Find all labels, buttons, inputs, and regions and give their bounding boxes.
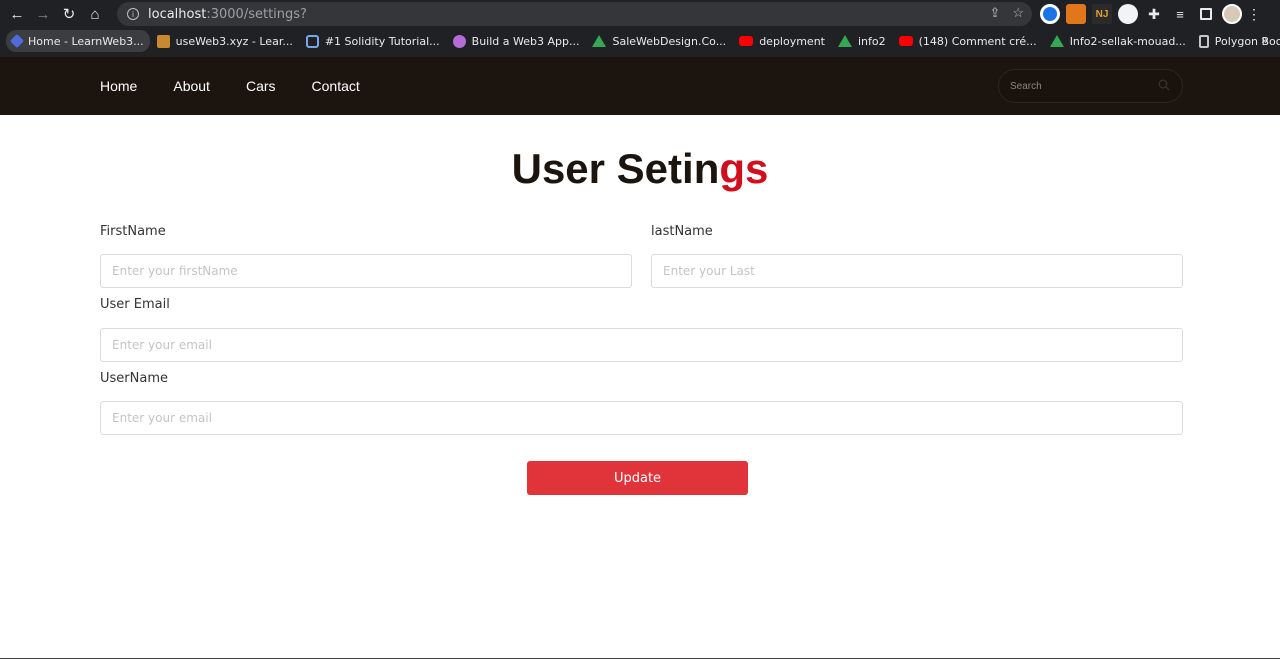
side-panel-icon[interactable]	[1200, 8, 1212, 20]
browser-toolbar: ← → ↻ ⌂ i localhost:3000/settings? ⇪ ☆ N…	[0, 0, 1280, 28]
nav-link-contact[interactable]: Contact	[312, 78, 360, 94]
reading-list-icon[interactable]: ≡	[1170, 4, 1190, 24]
youtube-icon	[898, 36, 913, 46]
drive-icon	[1049, 35, 1064, 47]
profile-avatar-icon[interactable]	[1222, 4, 1242, 24]
forward-arrow-icon[interactable]: →	[30, 0, 56, 28]
bookmark-label: info2	[857, 34, 886, 48]
diamond-icon	[9, 33, 25, 49]
bookmark-label: Polygon Bootcamp...	[1214, 34, 1280, 48]
bookmark-item[interactable]: deployment	[733, 30, 831, 52]
url-text: localhost:3000/settings?	[148, 7, 307, 22]
nav-links: Home About Cars Contact	[100, 57, 396, 115]
page-title: User Setings	[0, 145, 1280, 193]
extension-blue-icon[interactable]	[1040, 4, 1060, 24]
share-icon[interactable]: ⇪	[989, 5, 1000, 21]
username-field[interactable]	[100, 401, 1183, 435]
polygon-icon	[1198, 34, 1209, 48]
reload-icon[interactable]: ↻	[56, 0, 82, 28]
nav-link-cars[interactable]: Cars	[246, 78, 276, 94]
bookmark-item[interactable]: #1 Solidity Tutorial...	[300, 30, 446, 52]
drive-icon	[837, 35, 852, 47]
search-box	[998, 69, 1183, 103]
bookmark-item[interactable]: info2	[832, 30, 892, 52]
last-name-field[interactable]	[651, 254, 1183, 288]
bookmark-label: SaleWebDesign.Co...	[612, 34, 727, 48]
bookmark-item[interactable]: Home - LearnWeb3...	[6, 30, 150, 52]
username-label: UserName	[100, 371, 168, 386]
home-icon[interactable]: ⌂	[82, 0, 108, 28]
drive-icon	[592, 35, 607, 47]
nav-link-about[interactable]: About	[173, 78, 210, 94]
bookmark-item[interactable]: (148) Comment cré...	[893, 30, 1043, 52]
star-icon[interactable]: ☆	[1012, 5, 1024, 21]
site-navbar: Home About Cars Contact	[0, 57, 1280, 115]
browser-chrome: ← → ↻ ⌂ i localhost:3000/settings? ⇪ ☆ N…	[0, 0, 1280, 57]
bookmark-label: (148) Comment cré...	[918, 34, 1037, 48]
unicorn-icon	[452, 34, 466, 48]
extensions-bar: NJ ✚ ≡ ⋮	[1040, 4, 1261, 24]
link-icon	[305, 34, 319, 48]
email-label: User Email	[100, 297, 170, 312]
bookmark-label: #1 Solidity Tutorial...	[324, 34, 440, 48]
first-name-field[interactable]	[100, 254, 632, 288]
bookmarks-overflow-button[interactable]: »	[1261, 33, 1268, 47]
site-info-icon[interactable]: i	[127, 8, 139, 20]
url-path: :3000/settings?	[206, 6, 307, 22]
address-bar[interactable]: i localhost:3000/settings? ⇪ ☆	[117, 2, 1032, 26]
youtube-icon	[739, 36, 754, 46]
search-input[interactable]	[1010, 80, 1150, 92]
extension-nj-icon[interactable]: NJ	[1092, 4, 1112, 24]
bookmark-label: Home - LearnWeb3...	[28, 34, 144, 48]
more-menu-icon[interactable]: ⋮	[1247, 4, 1261, 24]
last-name-label: lastName	[651, 224, 713, 239]
url-host: localhost	[148, 6, 207, 22]
extension-white-icon[interactable]	[1118, 4, 1138, 24]
title-main: User Setin	[511, 145, 720, 192]
bookmark-item[interactable]: SaleWebDesign.Co...	[586, 30, 732, 52]
bookmark-label: useWeb3.xyz - Lear...	[175, 34, 293, 48]
nav-link-home[interactable]: Home	[100, 78, 137, 94]
email-field[interactable]	[100, 328, 1183, 362]
bookmark-item[interactable]: Info2-sellak-mouad...	[1044, 30, 1192, 52]
bookmark-item[interactable]: useWeb3.xyz - Lear...	[151, 30, 299, 52]
bookmark-label: Info2-sellak-mouad...	[1069, 34, 1186, 48]
title-accent: gs	[719, 145, 769, 192]
settings-page: User Setings FirstName lastName User Ema…	[0, 115, 1280, 659]
bookmark-label: deployment	[759, 34, 825, 48]
metamask-icon[interactable]	[1066, 4, 1086, 24]
bookmark-label: Build a Web3 App...	[471, 34, 580, 48]
bookmark-item[interactable]: Build a Web3 App...	[447, 30, 586, 52]
first-name-label: FirstName	[100, 224, 166, 239]
bookmarks-bar: Home - LearnWeb3... useWeb3.xyz - Lear..…	[6, 29, 1280, 53]
back-arrow-icon[interactable]: ←	[4, 0, 30, 28]
update-button[interactable]: Update	[527, 461, 748, 495]
puzzle-icon[interactable]: ✚	[1144, 4, 1164, 24]
tools-icon	[156, 34, 170, 48]
search-icon[interactable]	[1158, 79, 1170, 91]
